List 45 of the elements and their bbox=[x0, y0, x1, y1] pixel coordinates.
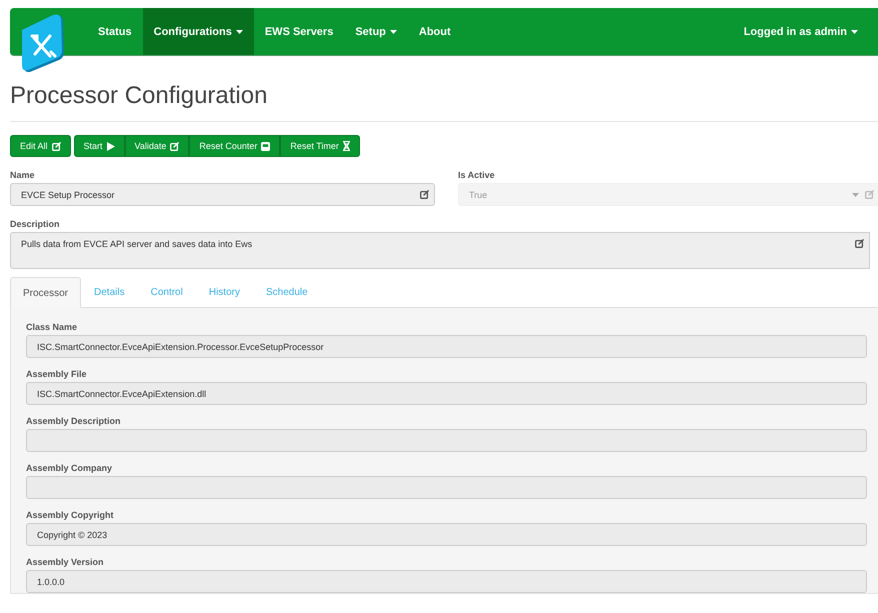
edit-icon bbox=[170, 142, 180, 150]
field-label: Is Active bbox=[458, 170, 496, 180]
edit-icon bbox=[420, 190, 429, 199]
field-label: Assembly Description bbox=[26, 416, 122, 426]
nav-link[interactable]: Setup bbox=[344, 8, 408, 55]
tab[interactable]: Schedule bbox=[252, 277, 321, 307]
field-label: Class Name bbox=[26, 322, 78, 332]
tab[interactable]: History bbox=[196, 277, 253, 307]
name-field[interactable]: EVCE Setup Processor bbox=[10, 183, 435, 206]
caret-icon bbox=[851, 30, 858, 34]
edit-icon bbox=[865, 190, 874, 199]
caret-icon bbox=[852, 192, 859, 196]
nav-link[interactable]: About bbox=[408, 8, 462, 55]
user-menu[interactable]: Logged in as admin bbox=[732, 8, 878, 55]
readonly-field: ISC.SmartConnector.EvceApiExtension.Processor.EvceSetupProcessor bbox=[26, 335, 867, 358]
readonly-field: Copyright © 2023 bbox=[26, 523, 867, 546]
nav-link[interactable]: Configurations bbox=[142, 8, 254, 55]
logo-icon bbox=[20, 14, 66, 72]
edit-icon bbox=[52, 142, 61, 150]
toolbar-button[interactable]: Start bbox=[74, 135, 125, 157]
toolbar-button[interactable]: Validate bbox=[124, 135, 190, 157]
nav-link[interactable]: Status bbox=[87, 8, 143, 55]
tab[interactable]: Processor bbox=[10, 277, 82, 308]
edit-icon bbox=[855, 239, 864, 248]
toolbar-button[interactable]: Reset Counter bbox=[189, 135, 280, 157]
toolbar-button[interactable]: Reset Timer bbox=[280, 135, 360, 157]
readonly-field: 1.0.0.0 bbox=[26, 570, 867, 593]
caret-icon bbox=[390, 30, 397, 34]
readonly-field: ISC.SmartConnector.EvceApiExtension.dll bbox=[26, 382, 867, 405]
page-title: Processor Configuration bbox=[10, 83, 268, 109]
play-icon bbox=[106, 142, 115, 150]
tab[interactable]: Details bbox=[81, 277, 138, 307]
field-label: Name bbox=[10, 170, 36, 180]
field-label: Assembly Copyright bbox=[26, 510, 115, 520]
tab[interactable]: Control bbox=[138, 277, 196, 307]
counter-icon bbox=[261, 142, 270, 150]
field-label: Assembly Company bbox=[26, 463, 114, 473]
nav-link[interactable]: EWS Servers bbox=[254, 8, 344, 55]
field-label: Assembly File bbox=[26, 369, 88, 379]
caret-icon bbox=[236, 30, 243, 34]
field-label: Assembly Version bbox=[26, 557, 105, 567]
field-label: Description bbox=[10, 219, 61, 229]
hourglass-icon bbox=[342, 141, 350, 151]
toolbar-button[interactable]: Edit All bbox=[10, 135, 71, 157]
description-field[interactable]: Pulls data from EVCE API server and saves data into Ews bbox=[10, 232, 870, 269]
